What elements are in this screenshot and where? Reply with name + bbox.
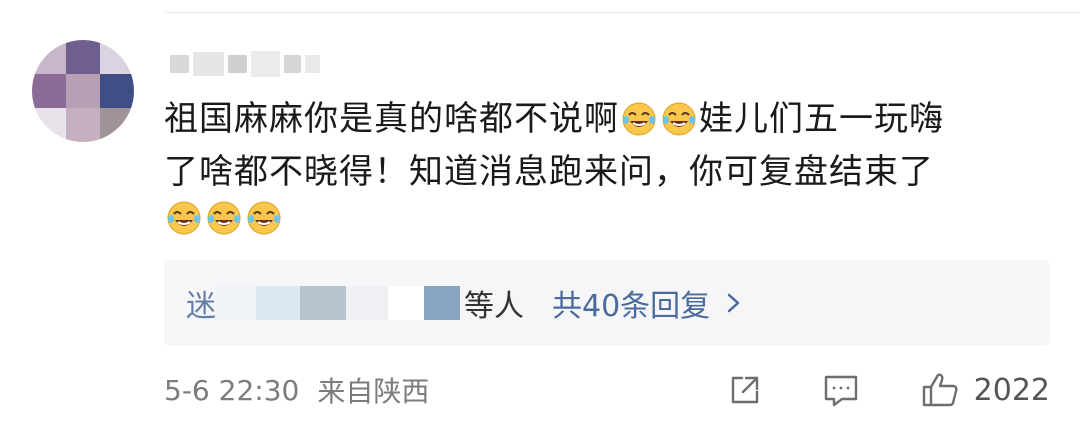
laugh-cry-emoji-icon xyxy=(206,200,242,248)
laugh-cry-emoji-icon xyxy=(621,101,657,149)
chevron-right-icon[interactable] xyxy=(726,291,742,315)
comment-line1: 祖国麻麻你是真的啥都不说啊 xyxy=(164,99,619,139)
comment-icon[interactable] xyxy=(822,372,860,408)
like-count: 2022 xyxy=(973,372,1050,408)
avatar[interactable] xyxy=(32,40,134,142)
reply-users-blurred xyxy=(216,283,460,323)
comment-text: 祖国麻麻你是真的啥都不说啊 娃儿们五一玩嗨 了啥都不晓得！知道消息跑来问，你可复盘… xyxy=(164,96,1044,248)
comment-location: 来自陕西 xyxy=(317,375,430,408)
laugh-cry-emoji-icon xyxy=(246,200,282,248)
reply-user-first-char: 迷 xyxy=(186,289,216,324)
laugh-cry-emoji-icon xyxy=(661,101,697,149)
username-blurred[interactable] xyxy=(170,44,321,84)
comment-time: 5-6 22:30 xyxy=(164,373,300,407)
reply-count-link[interactable]: 共40条回复 xyxy=(552,281,710,325)
comment-line1-after: 娃儿们五一玩嗨 xyxy=(699,99,944,139)
reply-people-suffix: 等人 xyxy=(464,289,524,324)
top-divider xyxy=(164,12,1080,13)
share-icon[interactable] xyxy=(726,372,762,408)
replies-preview[interactable]: 迷 等人 共40条回复 xyxy=(164,260,1050,346)
comment-line2: 了啥都不晓得！知道消息跑来问，你可复盘结束了 xyxy=(164,152,934,192)
laugh-cry-emoji-icon xyxy=(166,200,202,248)
thumbs-up-icon xyxy=(920,370,960,410)
comment-actions: 2022 xyxy=(666,366,1050,414)
like-button[interactable]: 2022 xyxy=(920,370,1050,410)
